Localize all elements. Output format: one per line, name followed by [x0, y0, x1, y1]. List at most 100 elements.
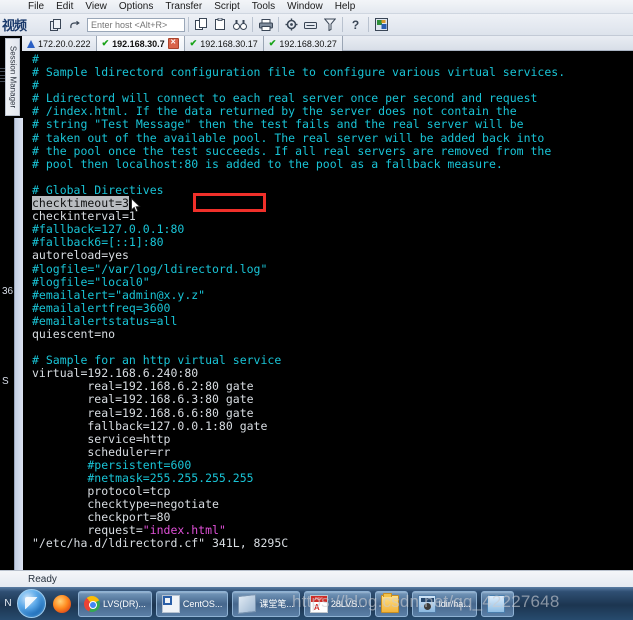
session-tab-192-168-30-27[interactable]: ✔ 192.168.30.27: [263, 36, 343, 51]
blue-window-icon: [486, 594, 505, 613]
session-tab-label: 192.168.30.27: [279, 38, 337, 49]
terminal-span: checkport=80: [32, 510, 171, 525]
menu-item-file[interactable]: File: [22, 0, 50, 13]
menu-item-script[interactable]: Script: [208, 0, 246, 13]
session-manager-label: Session Manager: [8, 45, 17, 109]
options-color-icon[interactable]: [374, 17, 389, 32]
taskbar-button-label: LVS(DR)...: [103, 598, 146, 609]
terminal-span: #fallback=127.0.0.1:80: [32, 222, 185, 237]
status-text: Ready: [28, 573, 57, 585]
clone-session-icon[interactable]: [48, 17, 63, 32]
taskbar-button-notes[interactable]: 课堂笔...: [232, 590, 300, 617]
menu-item-window[interactable]: Window: [281, 0, 329, 13]
terminal-span: virtual=192.168.6.240:80: [32, 366, 199, 381]
terminal-span: # the pool once the test succeeds. If al…: [32, 143, 552, 158]
terminal-line: "/etc/ha.d/ldirectord.cf" 341L, 8295C: [32, 537, 633, 550]
session-tab-172-20-0-222[interactable]: 172.20.0.222: [22, 36, 97, 51]
paste-icon[interactable]: [213, 17, 228, 32]
session-manager-tab[interactable]: Session Manager: [5, 38, 20, 116]
terminal-span: # Global Directives: [32, 182, 164, 197]
terminal-span: fallback=127.0.0.1:80 gate: [32, 418, 268, 433]
toolbar-separator-1: [188, 17, 189, 32]
menu-item-tools[interactable]: Tools: [246, 0, 281, 13]
taskbar-button-explorer[interactable]: [374, 590, 408, 617]
panel-collapse-strip[interactable]: [14, 118, 23, 570]
terminal-line: # pool then localhost:80 is added to the…: [32, 156, 633, 171]
terminal-line: # Sample ldirectord configuration file t…: [32, 66, 633, 79]
status-bar: Ready: [0, 570, 633, 587]
taskbar-button-pdf[interactable]: 28LVS...: [303, 590, 371, 617]
terminal-span: #logfile="/var/log/ldirectord.log": [32, 261, 268, 276]
print-icon[interactable]: [258, 17, 273, 32]
terminal-span: protocol=tcp: [32, 484, 171, 499]
close-icon[interactable]: ✕: [167, 38, 179, 49]
annotation-rectangle: [193, 193, 266, 212]
taskbar-button-label: ldir/ha...: [438, 598, 471, 609]
taskbar-button-chrome[interactable]: LVS(DR)...: [78, 590, 152, 617]
log-session-icon[interactable]: [303, 17, 318, 32]
toolbar: 视频 Enter host <Alt+R> ?: [0, 14, 633, 36]
taskbar-button-centos[interactable]: CentOS...: [155, 590, 229, 617]
check-icon: ✔: [189, 38, 198, 48]
toolbar-separator-4: [342, 17, 343, 32]
session-tab-192-168-30-7[interactable]: ✔ 192.168.30.7 ✕: [96, 36, 185, 51]
terminal-span: scheduler=rr: [32, 444, 171, 459]
panel-grip-handle[interactable]: [0, 68, 5, 82]
host-input[interactable]: [88, 17, 184, 32]
menu-item-help[interactable]: Help: [329, 0, 362, 13]
taskbar-button-window[interactable]: [480, 590, 514, 617]
start-button[interactable]: [17, 589, 46, 618]
terminal-span: checktype=negotiate: [32, 497, 219, 512]
session-tab-label: 172.20.0.222: [38, 38, 91, 49]
toolbar-separator-3: [278, 17, 279, 32]
session-manager-panel: Session Manager 36 S: [0, 36, 23, 570]
reconnect-icon[interactable]: [67, 17, 82, 32]
terminal-span: # taken out of the available pool. The r…: [32, 130, 545, 145]
menu-item-view[interactable]: View: [79, 0, 113, 13]
toolbar-cjk-label: 视频: [2, 18, 27, 33]
terminal-span: request=: [32, 523, 143, 538]
copy-icon[interactable]: [194, 17, 209, 32]
securecrt-window: File Edit View Options Transfer Script T…: [0, 0, 633, 620]
mouse-pointer-icon: [131, 197, 141, 213]
menu-item-edit[interactable]: Edit: [50, 0, 79, 13]
firefox-icon: [53, 594, 71, 613]
taskbar-button-label: CentOS...: [182, 598, 223, 609]
session-tab-bar: 172.20.0.222 ✔ 192.168.30.7 ✕ ✔ 192.168.…: [0, 36, 633, 51]
session-tab-192-168-30-17[interactable]: ✔ 192.168.30.17: [184, 36, 264, 51]
terminal-line: #emailalertstatus=all: [32, 313, 633, 328]
note-icon: [238, 593, 257, 614]
terminal-span: "/etc/ha.d/ldirectord.cf" 341L, 8295C: [32, 536, 289, 551]
terminal-span: #: [32, 52, 39, 66]
terminal-screen[interactable]: # # Sample ldirectord configuration file …: [22, 51, 633, 570]
session-tab-label: 192.168.30.17: [200, 38, 258, 49]
filter-icon[interactable]: [322, 17, 337, 32]
edge-ghost-letter: S: [2, 376, 9, 387]
toolbar-separator-5: [368, 17, 369, 32]
terminal-span: "index.html": [142, 523, 226, 538]
terminal-span: #logfile="local0": [32, 274, 150, 289]
find-icon[interactable]: [232, 17, 247, 32]
chrome-icon: [84, 595, 100, 612]
quicklaunch-firefox[interactable]: [50, 591, 74, 617]
host-input-box[interactable]: [87, 17, 185, 32]
terminal-span: #fallback6=[::1]:80: [32, 235, 164, 250]
terminal-span: #emailalertstatus=all: [32, 313, 178, 328]
taskbar-button-label: 28LVS...: [330, 598, 365, 609]
terminal-span: # pool then localhost:80 is added to the…: [32, 156, 503, 171]
help-icon[interactable]: ?: [348, 17, 363, 32]
windows-taskbar: N LVS(DR)... CentOS... 课堂笔... 28LVS...: [0, 587, 633, 620]
menu-item-options[interactable]: Options: [113, 0, 159, 13]
securecrt-icon: [417, 594, 436, 613]
centos-icon: [161, 594, 180, 613]
gear-icon[interactable]: [284, 17, 299, 32]
terminal-span: # Ldirectord will connect to each real s…: [32, 91, 538, 106]
terminal-span: #persistent=600: [32, 457, 192, 472]
taskbar-button-securecrt[interactable]: ldir/ha...: [411, 590, 477, 617]
terminal-span: quiescent=no: [32, 326, 116, 341]
terminal-span: # Sample for an http virtual service: [32, 353, 282, 368]
toolbar-separator-2: [252, 17, 253, 32]
terminal-line: quiescent=no: [32, 326, 633, 341]
terminal-span: checkinterval=1: [32, 209, 136, 224]
menu-item-transfer[interactable]: Transfer: [159, 0, 208, 13]
